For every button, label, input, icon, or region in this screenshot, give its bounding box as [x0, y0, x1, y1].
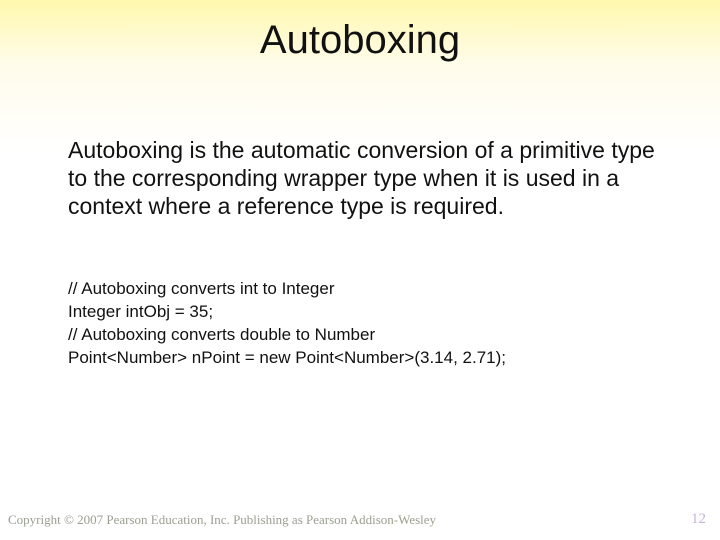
slide-title: Autoboxing [0, 18, 720, 63]
page-number: 12 [691, 511, 706, 528]
code-line-2: Integer intObj = 35; [68, 301, 660, 324]
code-line-1: // Autoboxing converts int to Integer [68, 278, 660, 301]
code-line-4: Point<Number> nPoint = new Point<Number>… [68, 347, 660, 370]
code-line-3: // Autoboxing converts double to Number [68, 324, 660, 347]
copyright-footer: Copyright © 2007 Pearson Education, Inc.… [8, 512, 436, 528]
code-block: // Autoboxing converts int to Integer In… [68, 278, 660, 370]
definition-paragraph: Autoboxing is the automatic conversion o… [68, 136, 660, 220]
slide: Autoboxing Autoboxing is the automatic c… [0, 0, 720, 540]
